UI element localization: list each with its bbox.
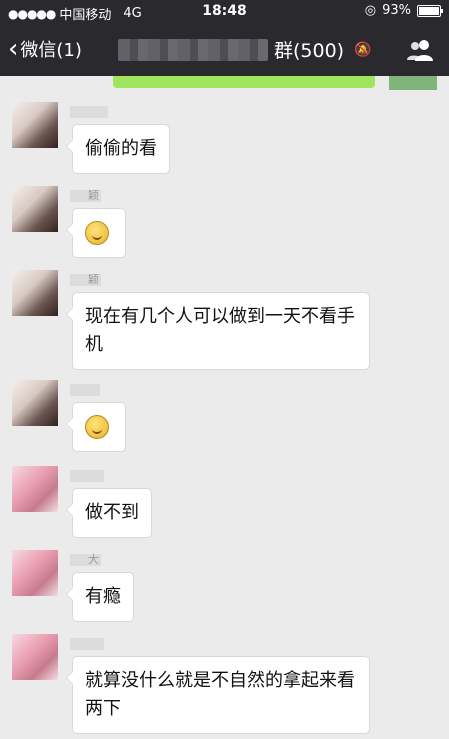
avatar[interactable] bbox=[12, 634, 58, 680]
chat-header: ‹ 微信(1) 群(500) 🔕 bbox=[0, 24, 449, 76]
battery-percent: 93% bbox=[382, 3, 411, 18]
message-bubble[interactable]: 现在有几个人可以做到一天不看手机 bbox=[66, 292, 370, 370]
message-bubble[interactable] bbox=[66, 208, 126, 258]
status-bar: ●●●●● 中国移动 4G 18:48 ◎ 93% bbox=[0, 0, 449, 24]
rotation-lock-icon: ◎ bbox=[364, 3, 377, 18]
message-bubble[interactable]: 有瘾 bbox=[66, 572, 134, 622]
sender-name-blurred bbox=[70, 106, 108, 118]
message-bubble[interactable]: 就算没什么就是不自然的拿起来看两下 bbox=[66, 656, 370, 734]
blurred-group-name bbox=[118, 38, 268, 61]
own-message-bubble[interactable] bbox=[113, 76, 375, 88]
group-members-icon[interactable] bbox=[405, 38, 435, 62]
message-text: 就算没什么就是不自然的拿起来看两下 bbox=[85, 670, 355, 719]
sender-name-blurred bbox=[70, 638, 104, 650]
message-bubble[interactable]: 偷偷的看 bbox=[66, 124, 170, 174]
message-text: 偷偷的看 bbox=[85, 138, 157, 159]
battery-icon bbox=[417, 4, 443, 17]
message-bubble[interactable]: 做不到 bbox=[66, 488, 152, 538]
sender-name: 颖 bbox=[70, 274, 101, 286]
avatar[interactable] bbox=[12, 550, 58, 596]
avatar[interactable] bbox=[12, 270, 58, 316]
awkward-smile-emoji-icon bbox=[85, 221, 109, 245]
avatar[interactable] bbox=[12, 186, 58, 232]
chat-messages[interactable]: 偷偷的看 颖 颖 现在有几个人可以做到一天不看手机 做不到 大 有瘾 就算没什么… bbox=[0, 76, 449, 739]
avatar[interactable] bbox=[12, 466, 58, 512]
chat-title: 群(500) 🔕 bbox=[118, 36, 372, 63]
own-avatar[interactable] bbox=[389, 76, 437, 90]
back-label: 微信(1) bbox=[20, 40, 82, 61]
message-text: 做不到 bbox=[85, 502, 139, 523]
message-text: 现在有几个人可以做到一天不看手机 bbox=[85, 306, 355, 355]
sender-name: 颖 bbox=[70, 190, 101, 202]
avatar[interactable] bbox=[12, 380, 58, 426]
message-bubble[interactable] bbox=[66, 402, 126, 452]
sender-name-blurred bbox=[70, 384, 100, 396]
chevron-left-icon: ‹ bbox=[8, 34, 19, 64]
sender-name: 大 bbox=[70, 554, 101, 566]
bell-slash-icon: 🔕 bbox=[354, 41, 372, 58]
back-button[interactable]: ‹ 微信(1) bbox=[8, 36, 82, 62]
message-text: 有瘾 bbox=[85, 586, 121, 607]
avatar[interactable] bbox=[12, 102, 58, 148]
group-count: 群(500) bbox=[274, 40, 345, 62]
wry-smile-emoji-icon bbox=[85, 415, 109, 439]
sender-name-blurred bbox=[70, 470, 104, 482]
